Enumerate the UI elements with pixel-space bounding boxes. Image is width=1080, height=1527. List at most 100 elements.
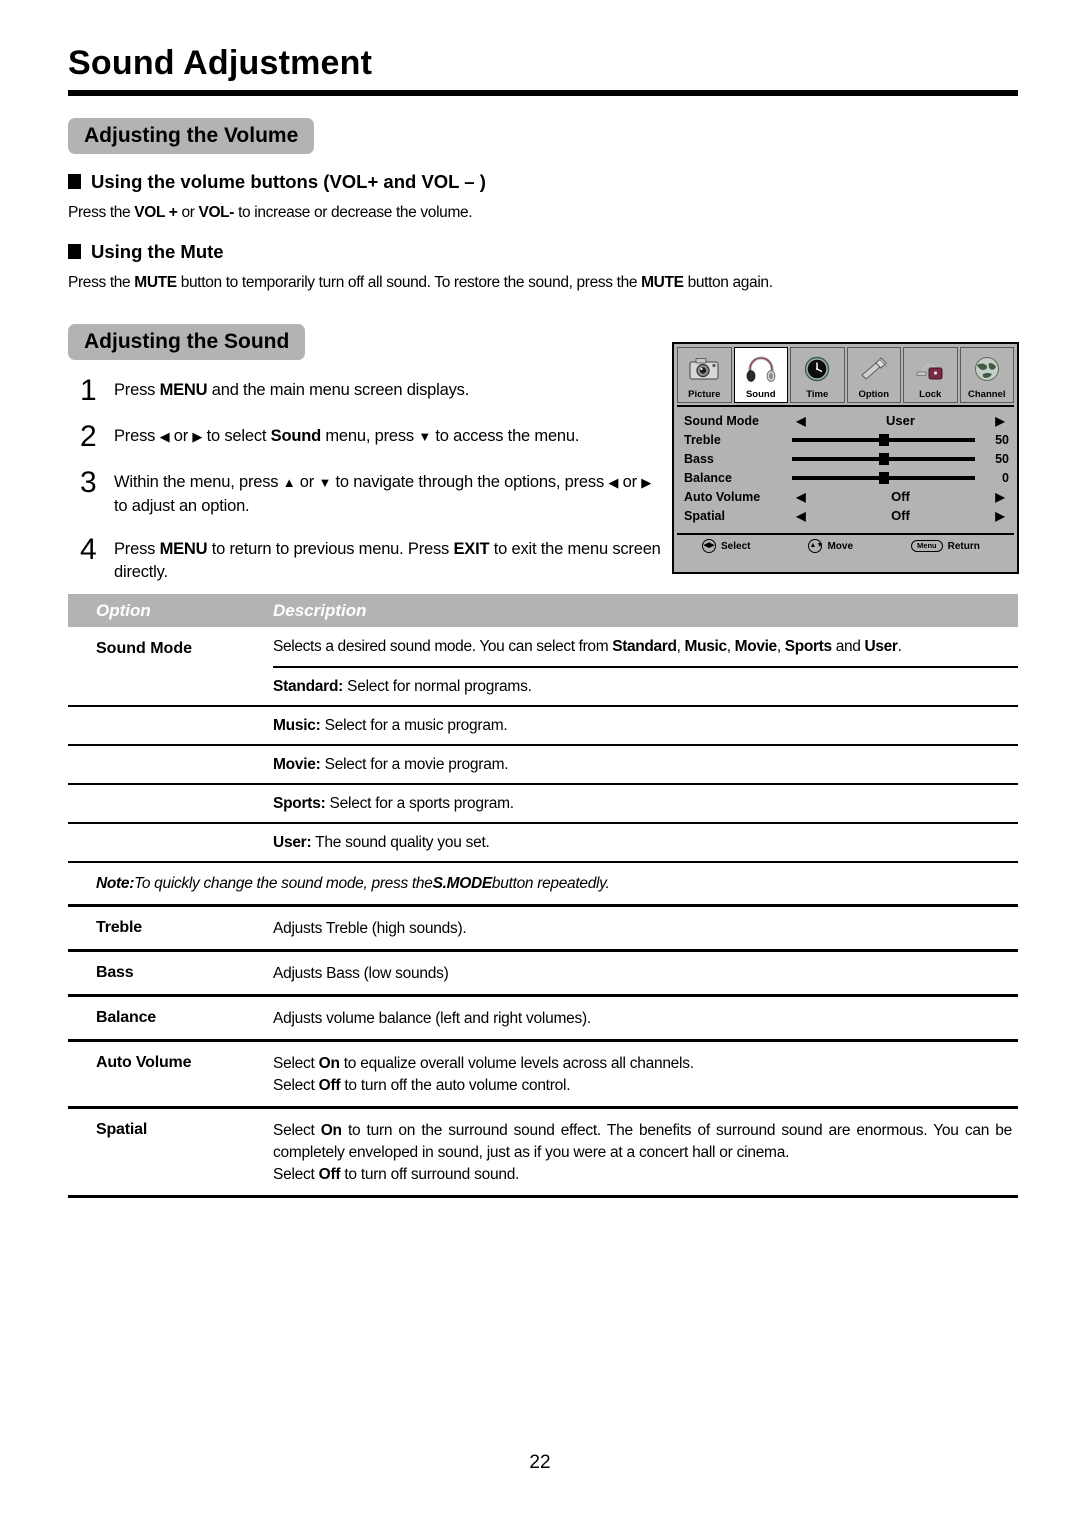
sm-desc-suffix: . bbox=[897, 638, 902, 655]
osd-row-label: Balance bbox=[684, 470, 732, 485]
arrow-left-icon[interactable]: ◀ bbox=[792, 415, 810, 427]
step2-mid1: or bbox=[169, 426, 193, 445]
slider-track[interactable] bbox=[792, 433, 975, 446]
mode-sports: Sports bbox=[784, 638, 832, 655]
osd-tab-channel[interactable]: Channel bbox=[959, 347, 1014, 403]
subheading-mute: Using the Mute bbox=[68, 241, 1018, 263]
table-cell-option: Auto Volume bbox=[96, 1054, 192, 1071]
osd-row-sound-mode[interactable]: Sound Mode ◀ User ▶ bbox=[684, 411, 1009, 430]
table-cell-description: Adjusts Bass (low sounds) bbox=[273, 952, 1018, 994]
osd-tab-option-label: Option bbox=[858, 388, 890, 400]
osd-row-auto-volume[interactable]: Auto Volume ◀ Off ▶ bbox=[684, 487, 1009, 506]
table-row-submode: Sports: Select for a sports program. bbox=[68, 785, 1018, 824]
adjusting-volume-badge-wrap: Adjusting the Volume bbox=[68, 117, 1018, 154]
arrow-right-icon[interactable]: ▶ bbox=[991, 491, 1009, 503]
osd-slider-value: 50 bbox=[995, 432, 1009, 447]
slider-thumb[interactable] bbox=[878, 452, 889, 465]
step-item: 3 Within the menu, press ▲ or ▼ to navig… bbox=[68, 467, 668, 519]
osd-tab-channel-label: Channel bbox=[968, 388, 1006, 400]
arrow-left-icon[interactable]: ◀ bbox=[792, 491, 810, 503]
submode-description: Movie: Select for a movie program. bbox=[273, 746, 1018, 783]
note-smode-key: S.MODE bbox=[432, 875, 493, 892]
osd-slider-value: 50 bbox=[995, 451, 1009, 466]
osd-hint-move: ▲▼ Move bbox=[808, 539, 853, 553]
osd-tab-option[interactable]: Option bbox=[846, 347, 901, 403]
table-cell-option: Treble bbox=[96, 919, 142, 936]
slider-thumb[interactable] bbox=[878, 471, 889, 484]
osd-row-bass[interactable]: Bass 50 bbox=[684, 449, 1009, 468]
osd-tab-sound-label: Sound bbox=[745, 388, 776, 400]
value-on: On bbox=[320, 1122, 342, 1139]
osd-hint-select: ◀▶ Select bbox=[702, 539, 750, 553]
step-text: Press MENU to return to previous menu. P… bbox=[114, 535, 668, 586]
step2-mid3: menu, press bbox=[320, 426, 419, 445]
osd-footer-hints: ◀▶ Select ▲▼ Move Menu Return bbox=[674, 535, 1017, 557]
submode-label: Standard: bbox=[273, 678, 344, 695]
menu-key-icon: Menu bbox=[911, 539, 943, 553]
table-row-bass: Bass Adjusts Bass (low sounds) bbox=[68, 952, 1018, 997]
step-item: 1 Press MENU and the main menu screen di… bbox=[68, 375, 668, 406]
table-cell-description: Adjusts Treble (high sounds). bbox=[273, 907, 1018, 949]
osd-slider-control[interactable]: 50 bbox=[792, 452, 1009, 466]
osd-row-balance[interactable]: Balance 0 bbox=[684, 468, 1009, 487]
osd-tab-picture-label: Picture bbox=[688, 388, 721, 400]
table-header-row: Option Description bbox=[68, 594, 1018, 627]
step3-mid3: or bbox=[618, 472, 642, 491]
osd-hint-select-label: Select bbox=[721, 540, 751, 552]
arrow-left-icon[interactable]: ◀ bbox=[792, 510, 810, 522]
osd-slider-control[interactable]: 0 bbox=[792, 471, 1009, 485]
osd-tab-picture[interactable]: Picture bbox=[677, 347, 732, 403]
table-header-description: Description bbox=[273, 600, 367, 620]
sm-join-1: , bbox=[676, 638, 685, 655]
osd-option-control[interactable]: ◀ User ▶ bbox=[792, 413, 1009, 428]
step1-menu-key: MENU bbox=[159, 380, 208, 399]
submode-text: Select for a music program. bbox=[320, 717, 508, 734]
slider-track[interactable] bbox=[792, 452, 975, 465]
step3-prefix: Within the menu, press bbox=[114, 472, 283, 491]
osd-slider-control[interactable]: 50 bbox=[792, 433, 1009, 447]
table-row-spatial: Spatial Select On to turn on the surroun… bbox=[68, 1109, 1018, 1198]
subheading-volume-buttons: Using the volume buttons (VOL+ and VOL –… bbox=[68, 171, 1018, 193]
title-underline-rule bbox=[68, 89, 1018, 96]
table-row-treble: Treble Adjusts Treble (high sounds). bbox=[68, 907, 1018, 952]
osd-option-control[interactable]: ◀ Off ▶ bbox=[792, 508, 1009, 523]
left-right-key-icon: ◀▶ bbox=[702, 539, 716, 553]
osd-row-label: Sound Mode bbox=[684, 413, 759, 428]
table-cell-option: Spatial bbox=[96, 1121, 148, 1138]
arrow-left-icon: ◀ bbox=[608, 474, 619, 490]
arrow-down-icon: ▼ bbox=[318, 474, 332, 490]
osd-tab-time[interactable]: Time bbox=[790, 347, 845, 403]
osd-tab-time-label: Time bbox=[806, 388, 829, 400]
osd-row-label: Auto Volume bbox=[684, 489, 761, 504]
step2-mid2: to select bbox=[202, 426, 271, 445]
up-down-key-icon: ▲▼ bbox=[808, 539, 823, 553]
osd-option-control[interactable]: ◀ Off ▶ bbox=[792, 489, 1009, 504]
arrow-right-icon[interactable]: ▶ bbox=[991, 510, 1009, 522]
osd-hint-return: Menu Return bbox=[911, 539, 980, 553]
mode-standard: Standard bbox=[612, 638, 677, 655]
vol-minus-label: VOL- bbox=[198, 203, 235, 221]
slider-track[interactable] bbox=[792, 471, 975, 484]
step2-prefix: Press bbox=[114, 426, 160, 445]
sound-steps-list: 1 Press MENU and the main menu screen di… bbox=[68, 375, 668, 586]
desc-prefix: Select bbox=[273, 1077, 319, 1094]
step-number: 2 bbox=[80, 419, 97, 453]
arrow-down-icon: ▼ bbox=[418, 428, 432, 444]
desc-prefix: Select bbox=[273, 1166, 319, 1183]
osd-tab-sound[interactable]: Sound bbox=[733, 347, 788, 403]
osd-row-spatial[interactable]: Spatial ◀ Off ▶ bbox=[684, 506, 1009, 525]
section-badge-adjusting-volume: Adjusting the Volume bbox=[68, 117, 315, 154]
tools-icon bbox=[848, 348, 901, 390]
osd-tab-lock-label: Lock bbox=[919, 388, 942, 400]
mute-key-label-2: MUTE bbox=[641, 273, 684, 291]
table-row-submode: Standard: Select for normal programs. bbox=[68, 668, 1018, 707]
slider-thumb[interactable] bbox=[878, 433, 889, 446]
osd-row-treble[interactable]: Treble 50 bbox=[684, 430, 1009, 449]
submode-description: Sports: Select for a sports program. bbox=[273, 785, 1018, 822]
mute-key-label-1: MUTE bbox=[134, 273, 177, 291]
osd-tab-lock[interactable]: Lock bbox=[903, 347, 958, 403]
osd-tab-bar: Picture Sound Time Option Lock Channel bbox=[674, 344, 1017, 403]
arrow-right-icon[interactable]: ▶ bbox=[991, 415, 1009, 427]
sm-and: and bbox=[831, 638, 865, 655]
submode-label: Movie: bbox=[273, 756, 321, 773]
